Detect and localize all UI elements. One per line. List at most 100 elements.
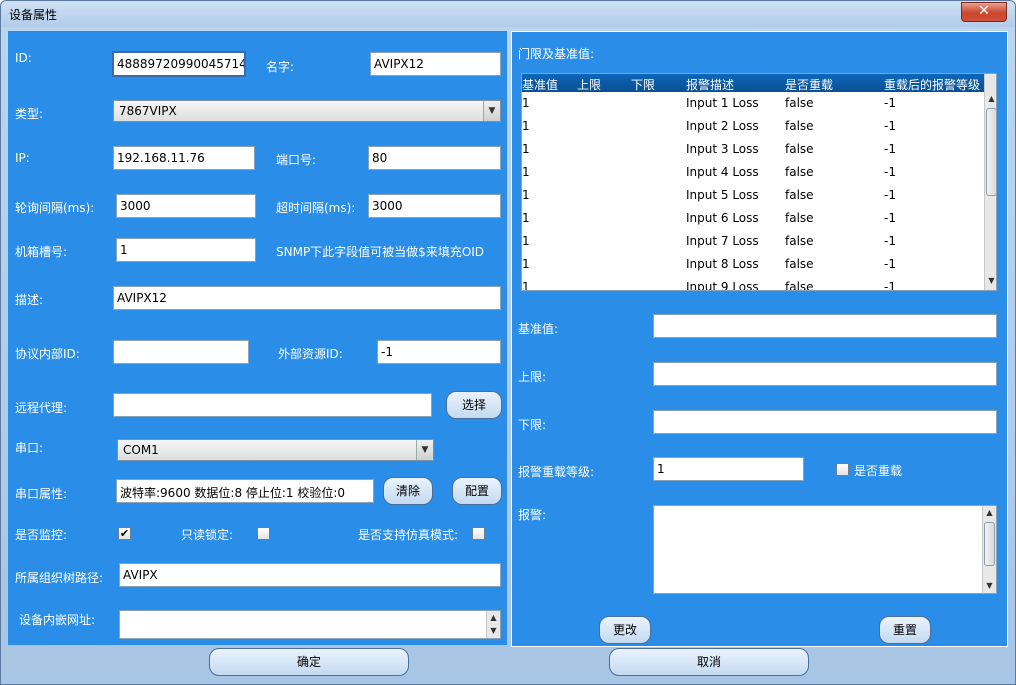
- cell-base: 1: [522, 96, 530, 110]
- cell-reload: false: [785, 188, 814, 202]
- cell-alarm-desc: Input 5 Loss: [686, 188, 759, 202]
- close-button[interactable]: ✕: [961, 2, 1007, 22]
- serial-select[interactable]: COM1 ▼: [117, 439, 434, 461]
- select-button[interactable]: 选择: [446, 391, 502, 419]
- alarm-scrollbar[interactable]: ▲ ▼: [982, 506, 996, 593]
- sim-label: 是否支持仿真模式:: [358, 528, 459, 542]
- cell-reload: false: [785, 142, 814, 156]
- scroll-thumb[interactable]: [984, 522, 995, 566]
- slot-field[interactable]: 1: [116, 238, 256, 262]
- table-row[interactable]: 1 Input 3 Loss false -1: [522, 138, 984, 161]
- org-field[interactable]: AVIPX: [119, 563, 501, 587]
- cell-alarm-desc: Input 8 Loss: [686, 257, 759, 271]
- table-row[interactable]: 1 Input 8 Loss false -1: [522, 253, 984, 276]
- name-field[interactable]: AVIPX12: [370, 52, 501, 76]
- serial-prop-label: 串口属性:: [15, 487, 68, 501]
- monitor-label: 是否监控:: [15, 528, 68, 542]
- cell-base: 1: [522, 234, 530, 248]
- url-scrollbar[interactable]: ▲ ▼: [486, 611, 500, 638]
- reload-level-field[interactable]: 1: [653, 457, 804, 481]
- table-row[interactable]: 1 Input 6 Loss false -1: [522, 207, 984, 230]
- table-row[interactable]: 1 Input 2 Loss false -1: [522, 115, 984, 138]
- name-label: 名字:: [266, 60, 295, 74]
- proxy-label: 远程代理:: [15, 401, 68, 415]
- sim-checkbox[interactable]: [472, 527, 485, 540]
- scroll-down-icon[interactable]: ▼: [487, 624, 500, 637]
- table-row[interactable]: 1 Input 5 Loss false -1: [522, 184, 984, 207]
- desc-label: 描述:: [15, 293, 44, 307]
- cell-reload: false: [785, 280, 814, 291]
- scroll-down-icon[interactable]: ▼: [985, 274, 996, 288]
- col-reload-level[interactable]: 重载后的报警等级: [884, 76, 980, 93]
- scroll-up-icon[interactable]: ▲: [487, 611, 500, 624]
- cell-reload-level: -1: [884, 188, 896, 202]
- proxy-field[interactable]: [113, 393, 432, 417]
- col-base[interactable]: 基准值: [522, 76, 558, 93]
- ok-button[interactable]: 确定: [209, 648, 409, 676]
- org-label: 所属组织树路径:: [15, 571, 104, 585]
- base-label: 基准值:: [518, 322, 559, 336]
- proto-id-field[interactable]: [113, 340, 249, 364]
- threshold-label: 门限及基准值:: [518, 47, 595, 61]
- scroll-thumb[interactable]: [986, 108, 996, 196]
- table-row[interactable]: 1 Input 4 Loss false -1: [522, 161, 984, 184]
- port-field[interactable]: 80: [368, 146, 501, 170]
- change-button[interactable]: 更改: [599, 616, 651, 644]
- cell-base: 1: [522, 142, 530, 156]
- timeout-field[interactable]: 3000: [368, 194, 501, 218]
- alarm-label: 报警:: [518, 508, 547, 522]
- window-title: 设备属性: [9, 8, 58, 22]
- ext-id-field[interactable]: -1: [377, 340, 501, 364]
- reload-checkbox[interactable]: [836, 463, 849, 476]
- reload-label: 是否重载: [854, 464, 903, 478]
- cancel-button[interactable]: 取消: [609, 648, 809, 676]
- upper-field[interactable]: [653, 362, 997, 386]
- slot-label: 机箱槽号:: [15, 245, 68, 259]
- cell-reload-level: -1: [884, 96, 896, 110]
- col-alarm-desc[interactable]: 报警描述: [686, 76, 734, 93]
- title-bar[interactable]: 设备属性 ✕: [1, 1, 1015, 27]
- device-properties-window: 设备属性 ✕ ID: 488897209900457147 名字: AVIPX1…: [0, 0, 1016, 685]
- cell-alarm-desc: Input 4 Loss: [686, 165, 759, 179]
- base-field[interactable]: [653, 314, 997, 338]
- ip-field[interactable]: 192.168.11.76: [113, 146, 255, 170]
- monitor-checkbox[interactable]: ✔: [118, 527, 131, 540]
- col-upper[interactable]: 上限: [577, 76, 601, 93]
- alarm-textarea[interactable]: ▲ ▼: [653, 505, 997, 594]
- proto-id-label: 协议内部ID:: [15, 347, 80, 361]
- serial-label: 串口:: [15, 441, 44, 455]
- chevron-down-icon[interactable]: ▼: [483, 101, 500, 121]
- readonly-checkbox[interactable]: [257, 527, 270, 540]
- cell-reload-level: -1: [884, 234, 896, 248]
- type-select[interactable]: 7867VIPX ▼: [113, 100, 501, 122]
- scroll-up-icon[interactable]: ▲: [985, 92, 996, 106]
- col-lower[interactable]: 下限: [631, 76, 655, 93]
- cell-base: 1: [522, 280, 530, 291]
- type-select-value: 7867VIPX: [119, 104, 177, 118]
- col-reload[interactable]: 是否重载: [785, 76, 833, 93]
- clear-button[interactable]: 清除: [383, 477, 433, 505]
- desc-field[interactable]: AVIPX12: [113, 286, 501, 310]
- lower-field[interactable]: [653, 410, 997, 434]
- cell-reload: false: [785, 257, 814, 271]
- table-row[interactable]: 1 Input 7 Loss false -1: [522, 230, 984, 253]
- serial-prop-field[interactable]: 波特率:9600 数据位:8 停止位:1 校验位:0: [116, 479, 374, 503]
- id-field[interactable]: 488897209900457147: [112, 51, 246, 77]
- chevron-down-icon[interactable]: ▼: [416, 440, 433, 460]
- table-row[interactable]: 1 Input 1 Loss false -1: [522, 92, 984, 115]
- scroll-down-icon[interactable]: ▼: [983, 579, 996, 593]
- config-button[interactable]: 配置: [452, 477, 502, 505]
- left-panel: ID: 488897209900457147 名字: AVIPX12 类型: 7…: [8, 31, 507, 645]
- table-row[interactable]: 1 Input 9 Loss false -1: [522, 276, 984, 291]
- poll-field[interactable]: 3000: [116, 194, 256, 218]
- cell-reload: false: [785, 234, 814, 248]
- table-scrollbar[interactable]: ▲ ▼: [984, 74, 996, 290]
- cell-reload-level: -1: [884, 257, 896, 271]
- cell-base: 1: [522, 119, 530, 133]
- reset-button[interactable]: 重置: [879, 616, 931, 644]
- upper-label: 上限:: [518, 370, 547, 384]
- cell-alarm-desc: Input 1 Loss: [686, 96, 759, 110]
- scroll-up-icon[interactable]: ▲: [983, 506, 996, 520]
- cell-reload: false: [785, 119, 814, 133]
- url-textarea[interactable]: ▲ ▼: [119, 610, 501, 639]
